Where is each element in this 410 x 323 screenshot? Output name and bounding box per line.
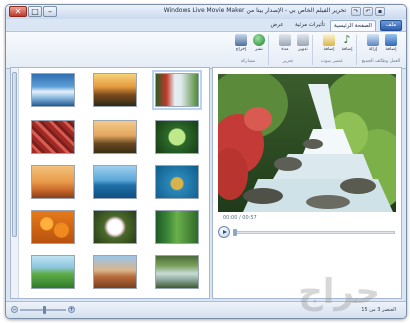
publish-button[interactable]: نشر [250, 34, 268, 58]
storyboard-clip-tree[interactable] [93, 120, 137, 154]
remove-label: إزالة [368, 47, 378, 52]
storyboard-clip-turtle[interactable] [155, 165, 199, 199]
save-icon[interactable]: ▪ [375, 7, 385, 16]
title-bar: ↷ ↶ ▪ تحرير الفيلم الخاص بي - الإصدار بي… [6, 5, 406, 19]
tab-visual-effects[interactable]: تأثيرات مرئية [290, 20, 330, 31]
add-text-button[interactable]: إضافة [320, 34, 338, 58]
scrollbar-thumb[interactable] [12, 72, 17, 237]
add-music-button[interactable]: ♪ إضافة [338, 34, 356, 58]
redo-icon[interactable]: ↷ [351, 7, 361, 16]
text-icon [323, 34, 335, 46]
group-label-home: العمل وظائف الجميع [361, 59, 401, 64]
duration-label: مدة [281, 47, 289, 52]
minimize-button[interactable]: – [43, 6, 57, 17]
storyboard-clip-river[interactable] [155, 255, 199, 289]
storyboard-clip-desert[interactable] [31, 165, 75, 199]
waterfall-preview-image [218, 74, 396, 212]
storyboard-clip-waterfall[interactable] [152, 70, 202, 110]
remove-button[interactable]: إزالة [364, 34, 382, 58]
storyboard-clip-whale[interactable] [93, 165, 137, 199]
storyboard-clip-white-flower[interactable] [93, 210, 137, 244]
music-icon: ♪ [343, 33, 351, 46]
publish-icon [253, 34, 265, 46]
file-menu-button[interactable]: ملف [380, 20, 402, 31]
remove-icon [367, 34, 379, 46]
output-button[interactable]: إخراج [232, 34, 250, 58]
add-text-label: إضافة [323, 47, 335, 52]
tab-home[interactable]: الصفحة الرئيسية [330, 20, 376, 31]
play-button[interactable] [218, 226, 230, 238]
rotate-icon [297, 34, 309, 46]
window-title: تحرير الفيلم الخاص بي - الإصدار بيتا من … [163, 7, 346, 14]
duration-button[interactable]: مدة [276, 34, 294, 58]
output-label: إخراج [235, 47, 247, 52]
preview-pane: 00:00 / 00:57 [212, 67, 402, 299]
group-label-share: مشاركة [240, 59, 256, 64]
close-button[interactable]: ✕ [9, 6, 27, 17]
storyboard-clip-orange-flowers[interactable] [31, 210, 75, 244]
add-video-icon [385, 34, 397, 46]
application-window: ↷ ↶ ▪ تحرير الفيلم الخاص بي - الإصدار بي… [5, 4, 407, 319]
storyboard-clip-rock[interactable] [93, 255, 137, 289]
add-video-button[interactable]: إضافة [382, 34, 400, 58]
storyboard-clip-green-leaf[interactable] [155, 120, 199, 154]
duration-icon [279, 34, 291, 46]
ribbon-tabs: ملف الصفحة الرئيسية تأثيرات مرئية عرض [6, 19, 406, 31]
storyboard-clip-autumn-sunset[interactable] [93, 73, 137, 107]
maximize-button[interactable]: □ [28, 6, 42, 17]
output-icon [235, 34, 247, 46]
storyboard-clip-green-hills[interactable] [31, 255, 75, 289]
zoom-thumb[interactable] [43, 306, 47, 314]
storyboard-pane[interactable] [10, 67, 210, 299]
status-item-count: العنصر 3 من 15 [361, 307, 396, 313]
zoom-in-button[interactable]: + [68, 306, 75, 313]
undo-icon[interactable]: ↶ [363, 7, 373, 16]
storyboard-scrollbar[interactable] [11, 68, 19, 298]
storyboard-clip-red-leaves[interactable] [31, 120, 75, 154]
storyboard-clip-forest[interactable] [155, 210, 199, 244]
status-bar: – + العنصر 3 من 15 [6, 301, 406, 318]
rotate-button[interactable]: تدوير [294, 34, 312, 58]
seek-bar[interactable] [233, 231, 395, 234]
storyboard-clip-glacier[interactable] [31, 73, 75, 107]
ribbon: إضافة إزالة ♪ إضافة إضافة تدوير مدة نشر [6, 31, 406, 69]
play-icon [223, 230, 227, 234]
group-label-audio: عنصر صوت [320, 59, 344, 64]
time-counter: 00:00 / 00:57 [223, 215, 257, 221]
group-label-edit: تحرير [282, 59, 294, 64]
seek-knob[interactable] [233, 229, 237, 236]
zoom-out-button[interactable]: – [11, 306, 18, 313]
tab-view[interactable]: عرض [264, 20, 290, 31]
